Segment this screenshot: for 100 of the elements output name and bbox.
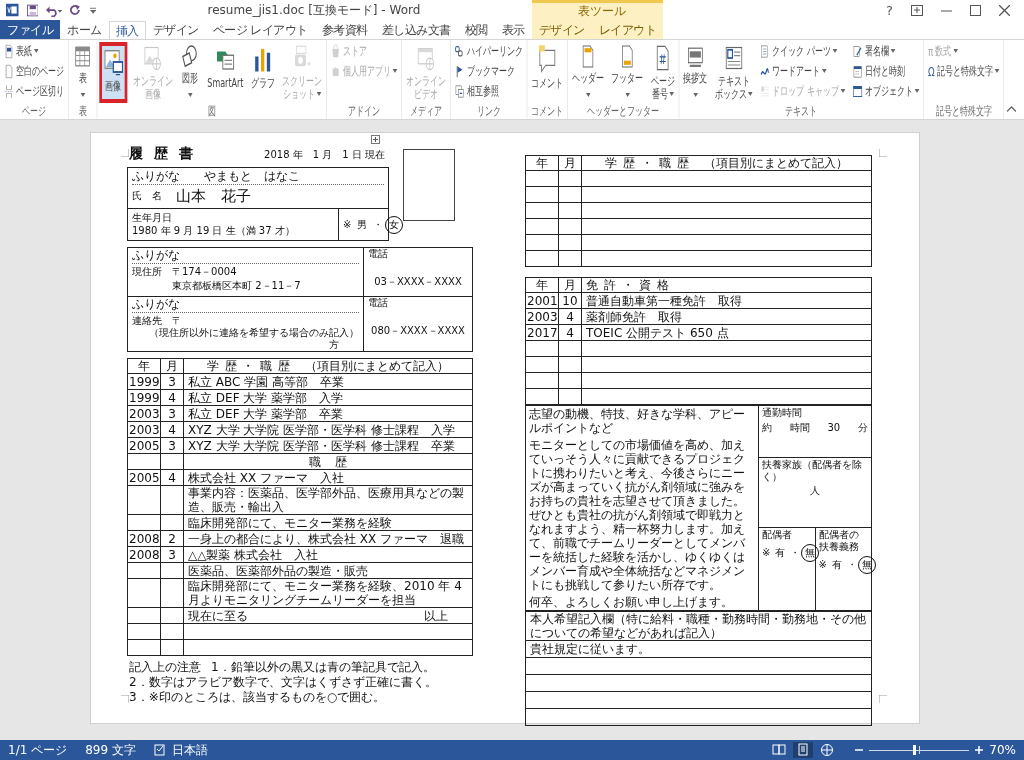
ribbon-button[interactable]: ページ 番号 [648, 42, 677, 103]
language-label[interactable]: 日本語 [171, 741, 208, 759]
ribbon-button[interactable]: 日付と時刻 [850, 62, 922, 81]
field-label: 生年月日 [132, 212, 172, 224]
group-label: テキスト [784, 104, 819, 119]
suffix-text: 方 [329, 339, 339, 350]
table-cell: 2008 [129, 547, 160, 562]
column-header: 年 [535, 156, 549, 170]
unit-label: 時間 [789, 422, 810, 434]
ribbon-button[interactable]: ブックマーク [452, 62, 525, 81]
note-mark: ※ [762, 547, 771, 560]
ribbon-button[interactable]: クイック パーツ [758, 42, 848, 61]
table-cell: 私立 DEF 大学 薬学部 入学 [188, 390, 344, 405]
group-label: リンク [475, 104, 502, 119]
ribbon-button[interactable]: ヘッダー [570, 42, 607, 103]
ribbon-button[interactable]: テキスト ボックス [712, 42, 755, 103]
table-cell: 薬剤師免許 取得 [586, 309, 682, 324]
table-cell: 3 [168, 374, 176, 389]
ribbon-tab[interactable]: レイアウト [591, 20, 664, 39]
table-cell: 4 [168, 470, 176, 485]
ribbon-button[interactable]: 署名欄 [850, 42, 922, 61]
unit-label: 人 [810, 484, 820, 496]
ribbon-button[interactable]: フッター [609, 42, 646, 103]
table-cell: 2003 [129, 422, 160, 437]
option-label: 有 [830, 558, 843, 573]
birth-date-text: 1980 年 9 月 19 日 生（満 37 才） [132, 225, 295, 237]
ribbon-button[interactable]: 図形 [178, 42, 202, 103]
column-header: 免 許 ・ 資 格 [586, 278, 671, 292]
contextual-group-label: 表ツール [577, 3, 626, 20]
ribbon-tab[interactable]: 参考資料 [314, 20, 375, 39]
ribbon-tab[interactable]: 差し込み文書 [374, 20, 458, 39]
word-count[interactable]: 899 文字 [85, 741, 136, 759]
table-cell: 4 [566, 309, 574, 324]
note-mark: ※ [818, 559, 827, 572]
group-label: ページ [21, 104, 47, 119]
field-label: 連絡先 [132, 315, 162, 327]
ribbon-button[interactable]: ページ区切り [2, 82, 66, 101]
section-label: 配偶者 [762, 529, 793, 542]
field-label: 氏 名 [132, 190, 162, 202]
ribbon-button[interactable]: Ω記号と特殊文字 [926, 62, 1002, 81]
page-count[interactable]: 1/1 ページ [8, 741, 68, 759]
table-cell: XYZ 大学 大学院 医学部・医学科 修士課程 入学 [188, 422, 456, 437]
motivation-text: モニターとしての市場価値を高め、加えていっそう人々に貢献できるプロジェクトに携わりたいと考え、今後さらにニーズが高まっていく抗がん剤領域に強みをお持ちの貴社を志望させて頂きました。ぜひとも貴社の抗がん剤領域で即戦力となれますよう、精一杯努力します。加えて、前職でチームリーダーとしてメンバーを統括した経験を活かし、ゆくゆくはメンバー育成や全体統括などマネジメントにも挑戦して参りたい所存です。 [529, 438, 746, 592]
ribbon-tab[interactable]: 表示 [494, 20, 532, 39]
column-header: 月 [563, 156, 577, 170]
phone-number: 080－XXXX－XXXX [370, 325, 466, 337]
option-label: 男 [356, 217, 369, 232]
table-cell: 臨床開発部にて、モニター業務を経験 [188, 515, 392, 530]
section-label: 本人希望記入欄（特に給料・職種・勤務時間・勤務地・その他についての希望などがあれば記入） [530, 612, 866, 640]
ribbon-tab[interactable]: デザイン [531, 20, 592, 39]
group-label: 表 [77, 104, 88, 119]
ribbon-tab[interactable]: ホーム [60, 20, 109, 39]
separator: ・ [846, 559, 857, 572]
field-label: ふりがな [132, 297, 180, 312]
ribbon-button[interactable]: 画像 [99, 42, 128, 103]
table-cell: 2005 [129, 438, 160, 453]
hint-text: （現住所以外に連絡を希望する場合のみ記入） [149, 327, 359, 338]
help-button[interactable]: ? [886, 2, 893, 18]
postal-code: 〒174－0004 [172, 266, 237, 278]
ribbon-button[interactable]: 相互参照 [452, 82, 525, 101]
note-mark: ※ [343, 218, 352, 231]
separator: ・ [790, 547, 801, 560]
notes-label: 記入上の注意 [129, 660, 201, 675]
table-cell: 2008 [129, 531, 160, 546]
table-cell: 2003 [129, 406, 160, 421]
table-cell: 以上 [424, 608, 448, 623]
table-cell: 事業内容：医薬品、医学部外品、医療用具などの製造、販売・輸出入 [188, 486, 464, 514]
ribbon-button[interactable]: 表 [70, 42, 95, 103]
ribbon-tab[interactable]: ページ レイアウト [205, 20, 315, 39]
field-label: 電話 [368, 248, 389, 260]
table-cell: 貴社規定に従います。 [530, 642, 650, 656]
field-label: 約 [762, 422, 772, 434]
postal-code: 〒 [172, 315, 182, 327]
group-label: 図 [206, 104, 217, 119]
zoom-level[interactable]: 70% [989, 743, 1016, 757]
table-cell: 4 [168, 422, 176, 437]
table-cell: 1999 [129, 390, 160, 405]
table-cell: 株式会社 XX ファーマ 入社 [188, 470, 345, 485]
section-label: 志望の動機、特技、好きな学科、アピールポイントなど [529, 407, 746, 435]
ribbon-button[interactable]: グラフ [248, 42, 277, 103]
table-cell: 2017 [527, 325, 558, 340]
unit-label: 分 [858, 422, 868, 434]
ribbon-button[interactable]: 挨拶文 [681, 42, 710, 103]
section-label: 扶養家族（配偶者を除く） [762, 458, 863, 483]
address-text: 東京都板橋区本町 2－11－7 [172, 280, 302, 292]
ribbon-button[interactable]: ハイパーリンク [452, 42, 525, 61]
ribbon-button[interactable]: ワードアート [758, 62, 848, 81]
ribbon-button[interactable]: 空白のページ [2, 62, 66, 81]
table-cell: 現在に至る [188, 608, 248, 623]
ribbon-button[interactable]: 表紙 [2, 42, 66, 61]
ribbon-tab[interactable]: デザイン [145, 20, 206, 39]
group-label: ヘッダーとフッター [586, 104, 661, 119]
ribbon-button[interactable]: オブジェクト [850, 82, 922, 101]
table-cell: 私立 ABC 学園 高等部 卒業 [188, 374, 345, 389]
ribbon-tab[interactable]: ファイル [0, 20, 60, 39]
table-cell: 1999 [129, 374, 160, 389]
ribbon-button[interactable]: コメント [529, 42, 566, 103]
table-cell: 2 [168, 531, 176, 546]
ribbon-button[interactable]: SmartArt [205, 42, 246, 103]
ribbon-tab[interactable]: 校閲 [457, 20, 495, 39]
